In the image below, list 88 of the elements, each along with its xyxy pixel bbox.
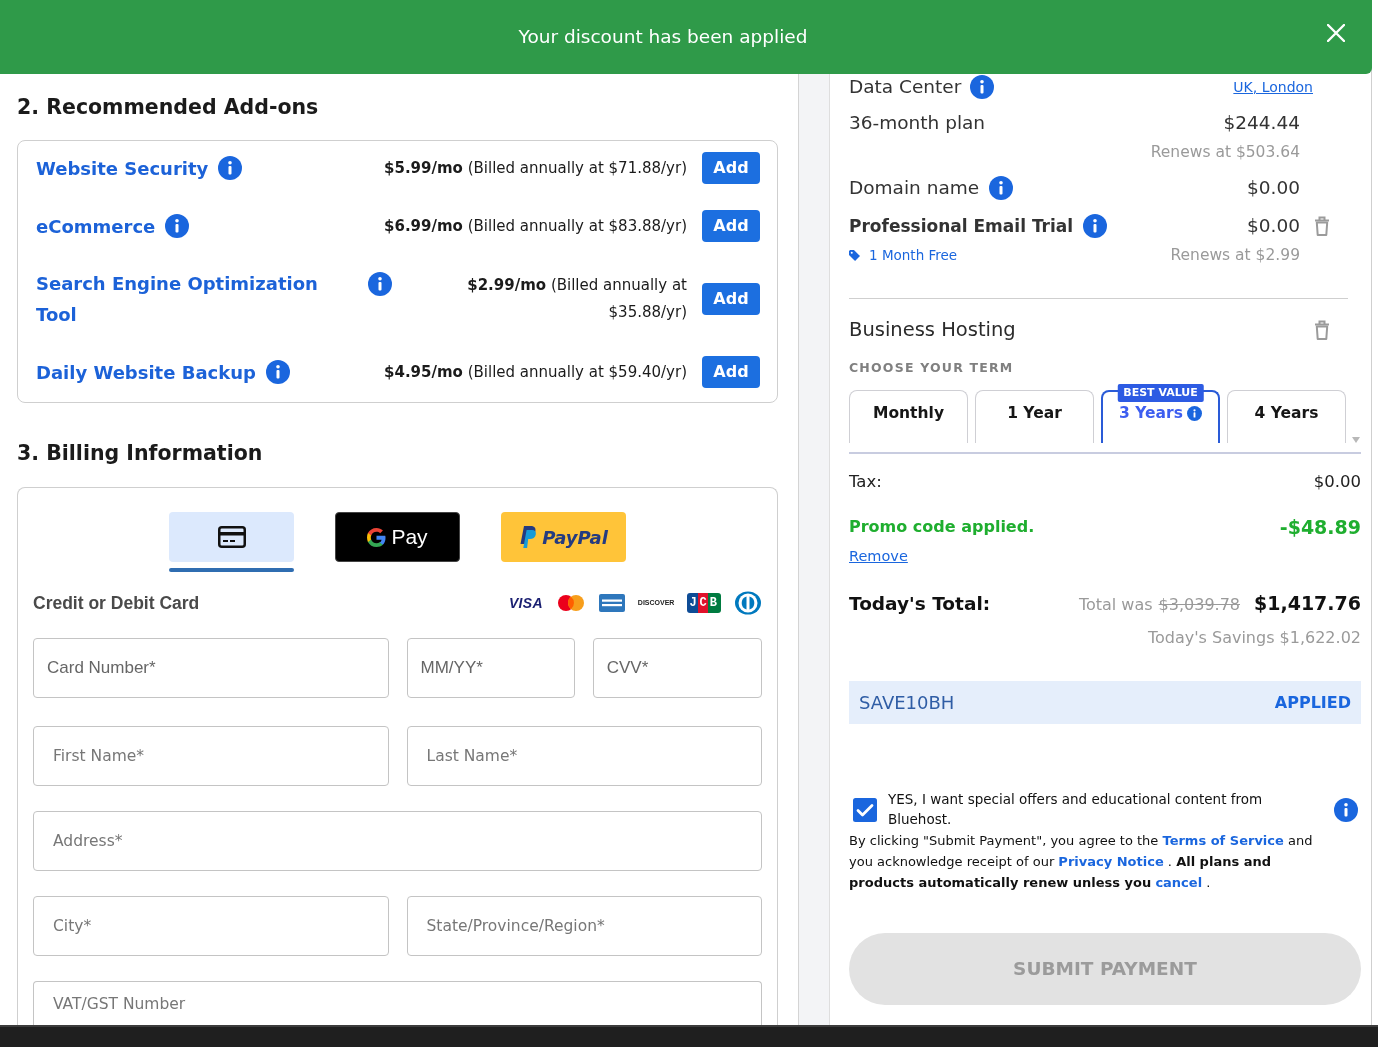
info-icon[interactable] bbox=[265, 360, 290, 384]
billing-note: (Billed annually at $59.40/yr) bbox=[467, 362, 687, 381]
tag-icon bbox=[849, 249, 860, 261]
visa-logo: VISA bbox=[508, 593, 543, 613]
info-icon[interactable] bbox=[218, 156, 243, 180]
billing-note: (Billed annually at $71.88/yr) bbox=[467, 158, 687, 177]
input-field[interactable]: City* bbox=[33, 896, 389, 956]
billing-note: (Billed annually at $83.88/yr) bbox=[467, 216, 687, 235]
info-icon[interactable] bbox=[989, 176, 1014, 200]
item-label: Domain name bbox=[849, 176, 980, 200]
legal-link[interactable]: cancel bbox=[1155, 875, 1203, 890]
previous-total: $3,039.78 bbox=[1158, 594, 1240, 616]
credit-card-icon bbox=[217, 526, 246, 548]
add-button[interactable]: Add bbox=[702, 152, 760, 184]
trash-icon[interactable] bbox=[1314, 216, 1330, 236]
info-icon[interactable] bbox=[1186, 406, 1202, 421]
addon-price: $5.99/mo bbox=[384, 158, 463, 177]
item-price: $244.44 bbox=[1223, 111, 1300, 135]
addon-price: $6.99/mo bbox=[384, 216, 463, 235]
renewal-price: Renews at $2.99 bbox=[1170, 245, 1300, 266]
legal-text: By clicking "Submit Payment", you agree to the Terms of Service and you acknowledge receipt of our Privacy Notice . All plans and products automatically renew unless you cancel . bbox=[849, 832, 1314, 892]
card-payment-tab[interactable] bbox=[169, 512, 294, 562]
striped-card-icon bbox=[598, 594, 625, 612]
close-icon bbox=[1327, 24, 1345, 42]
promo-note: 1 Month Free bbox=[869, 246, 958, 265]
payment-label: Credit or Debit Card bbox=[33, 591, 200, 615]
addon-name: Website Security bbox=[36, 156, 209, 181]
legal-link[interactable]: Privacy Notice bbox=[1058, 854, 1164, 869]
previous-total-label: Total was bbox=[1078, 594, 1153, 616]
addon-price: $4.95/mo bbox=[384, 362, 463, 381]
data-center-label: Data Center bbox=[849, 75, 962, 100]
product-title: Business Hosting bbox=[849, 317, 1017, 344]
tax-label: Tax: bbox=[849, 471, 882, 493]
info-icon[interactable] bbox=[368, 271, 392, 296]
addon-name: Daily Website Backup bbox=[36, 360, 256, 385]
g-logo-icon bbox=[367, 527, 387, 547]
info-icon[interactable] bbox=[970, 75, 995, 99]
add-button[interactable]: Add bbox=[702, 210, 760, 242]
renewal-price: Renews at $503.64 bbox=[1150, 142, 1300, 163]
input-field[interactable]: Address* bbox=[33, 811, 762, 871]
savings-text: Today's Savings $1,622.02 bbox=[1147, 628, 1361, 647]
best-value-badge: BEST VALUE bbox=[1117, 384, 1204, 402]
info-icon[interactable] bbox=[165, 214, 190, 238]
ring-logo-icon bbox=[734, 591, 762, 615]
discount-amount: -$48.89 bbox=[1279, 515, 1361, 539]
promo-status: Promo code applied. bbox=[849, 516, 1035, 538]
term-option[interactable]: 1 Year bbox=[975, 390, 1094, 443]
input-field[interactable]: CVV* bbox=[592, 638, 762, 698]
addon-price: $2.99/mo bbox=[467, 276, 547, 294]
overlapping-circles-icon bbox=[555, 594, 586, 612]
input-field[interactable]: VAT/GST Number bbox=[33, 981, 762, 1025]
checkbox[interactable] bbox=[853, 798, 877, 822]
coupon-status: APPLIED bbox=[1274, 691, 1351, 714]
input-field[interactable]: First Name* bbox=[33, 726, 389, 786]
total-label: Today's Total: bbox=[849, 592, 991, 616]
item-price: $0.00 bbox=[1247, 176, 1300, 200]
term-option[interactable]: 4 Years bbox=[1227, 390, 1346, 443]
section-heading: 2. Recommended Add-ons bbox=[17, 94, 320, 121]
input-field[interactable]: State/Province/Region* bbox=[406, 896, 762, 956]
info-icon[interactable] bbox=[1334, 798, 1358, 822]
item-label: Professional Email Trial bbox=[849, 215, 1074, 238]
consent-text: YES, I want special offers and educational content from Bluehost. bbox=[888, 790, 1264, 829]
coupon-code: SAVE10BH bbox=[859, 691, 955, 715]
add-button[interactable]: Add bbox=[702, 283, 760, 315]
item-price: $0.00 bbox=[1247, 214, 1300, 238]
close-button[interactable] bbox=[1327, 24, 1345, 42]
paypal-tab[interactable]: PayPal bbox=[501, 512, 626, 562]
info-icon[interactable] bbox=[1083, 214, 1108, 238]
term-option[interactable]: Monthly bbox=[849, 390, 968, 443]
total-amount: $1,417.76 bbox=[1254, 591, 1361, 616]
input-field[interactable]: Last Name* bbox=[406, 726, 762, 786]
remove-link[interactable]: Remove bbox=[849, 546, 908, 566]
addon-name: eCommerce bbox=[36, 214, 156, 239]
p-logo-icon bbox=[519, 526, 538, 548]
item-label: 36-month plan bbox=[849, 111, 986, 135]
google-pay-tab[interactable]: Pay bbox=[335, 512, 460, 562]
term-heading: CHOOSE YOUR TERM bbox=[849, 360, 1015, 376]
legal-link[interactable]: Terms of Service bbox=[1162, 833, 1284, 848]
addon-name: Search Engine Optimization Tool bbox=[36, 272, 319, 327]
input-field[interactable]: Card Number* bbox=[33, 638, 389, 698]
trash-icon[interactable] bbox=[1314, 320, 1330, 340]
add-button[interactable]: Add bbox=[702, 356, 760, 388]
input-field[interactable]: MM/YY* bbox=[406, 638, 575, 698]
toast-message: Your discount has been applied bbox=[518, 25, 808, 49]
tax-value: $0.00 bbox=[1313, 471, 1361, 493]
section-heading: 3. Billing Information bbox=[17, 440, 264, 467]
location-link[interactable]: UK, London bbox=[1233, 76, 1313, 98]
billing-note: (Billed annually at $35.88/yr) bbox=[550, 276, 687, 321]
